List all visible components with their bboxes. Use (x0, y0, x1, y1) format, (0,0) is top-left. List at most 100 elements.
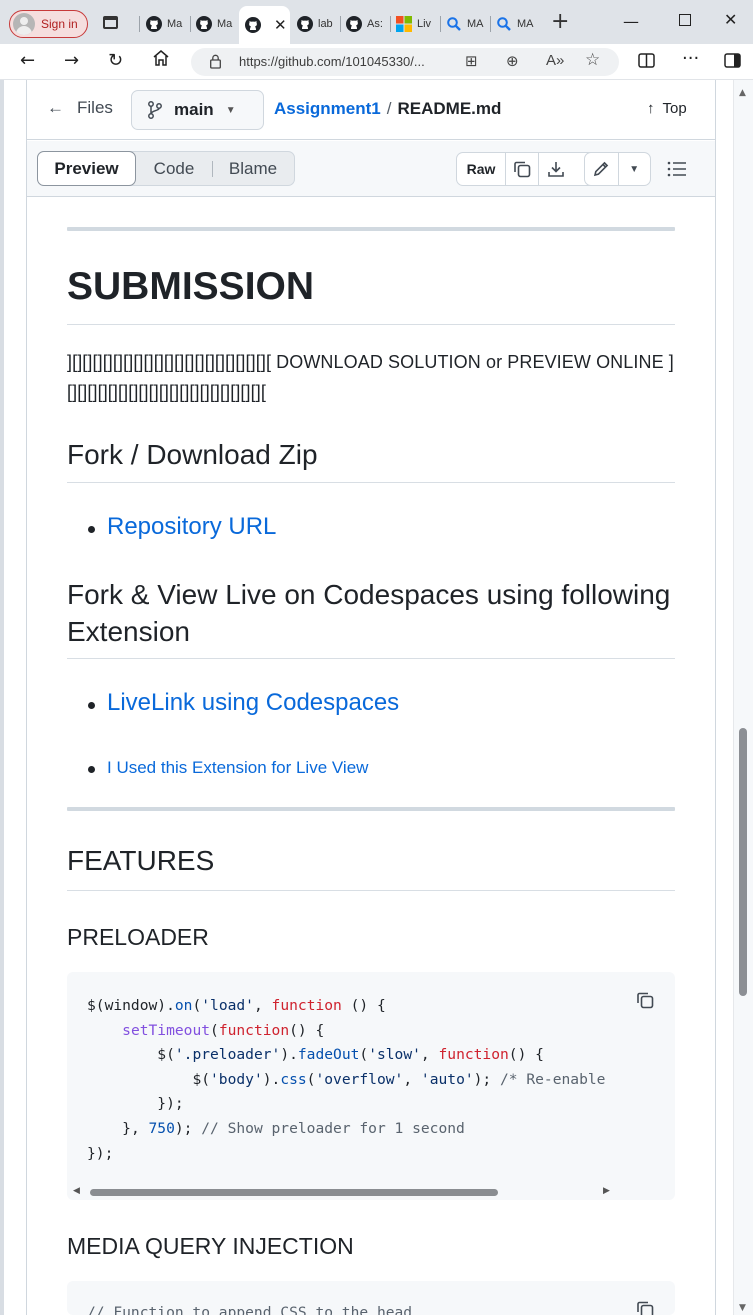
page-scrollbar[interactable]: ▲ ▼ (733, 80, 753, 1315)
browser-tab-6[interactable]: Liv (390, 8, 440, 40)
microsoft-icon (396, 16, 412, 32)
livelink-codespaces-link[interactable]: LiveLink using Codespaces (107, 689, 399, 716)
window-close-icon[interactable]: ✕ (724, 10, 737, 29)
browser-tab-7[interactable]: MA (440, 8, 490, 40)
repo-link[interactable]: Assignment1 (274, 99, 381, 118)
top-label: Top (662, 100, 687, 117)
file-header: ← Files main ▼ Assignment1 / README.md ↑ To… (27, 80, 715, 140)
heading-media-query: MEDIA QUERY INJECTION (67, 1233, 354, 1259)
code-block-preloader: $(window).on('load', function () { setTi… (67, 972, 675, 1200)
raw-button[interactable]: Raw (457, 153, 506, 185)
url-field[interactable]: https://github.com/101045330/... ⊞ ⊕ A» … (191, 48, 619, 76)
files-button[interactable]: ← Files (47, 98, 113, 118)
tab-title: As: (367, 18, 383, 30)
new-tab-icon[interactable]: + (551, 11, 569, 33)
edit-group: ▼ (584, 152, 651, 186)
horizontal-rule (67, 807, 675, 811)
chevron-down-icon: ▼ (225, 104, 236, 116)
list-unordered-icon (667, 161, 686, 177)
browser-tab-2[interactable]: Ma (190, 8, 238, 40)
files-label: Files (77, 98, 113, 117)
code-content: // Function to append CSS to the head (87, 1304, 413, 1315)
browser-tab-5[interactable]: As: (340, 8, 389, 40)
git-branch-icon (148, 101, 162, 119)
heading-fork-download: Fork / Download Zip (67, 436, 675, 483)
browser-tab-bar: Sign in Ma Ma ✕ lab As: Liv MA MA + — ✕ (0, 0, 753, 44)
more-options-icon[interactable]: ··· (682, 48, 699, 69)
code-horizontal-scrollbar[interactable]: ◀ ▶ (71, 1184, 619, 1200)
heading-submission: SUBMISSION (67, 265, 675, 325)
raw-copy-download-group: Raw (456, 152, 602, 186)
tab-actions-icon[interactable] (103, 16, 118, 29)
search-icon (446, 16, 462, 32)
github-icon (196, 16, 212, 32)
zoom-icon[interactable]: ⊕ (506, 52, 519, 70)
scroll-down-icon[interactable]: ▼ (739, 1303, 746, 1313)
horizontal-rule (67, 227, 675, 231)
pencil-icon (594, 161, 609, 177)
browser-tab-active[interactable]: ✕ (239, 6, 290, 44)
sign-in-button[interactable]: Sign in (9, 10, 88, 38)
heading-preloader: PRELOADER (67, 924, 209, 950)
favorite-star-icon[interactable]: ☆ (585, 50, 600, 70)
copy-code-button[interactable] (635, 990, 655, 1014)
tab-title: Ma (217, 18, 233, 30)
back-icon[interactable]: ← (20, 50, 35, 71)
scroll-right-icon[interactable]: ▶ (603, 1186, 610, 1196)
copy-icon (637, 992, 654, 1009)
browser-tab-4[interactable]: lab (291, 8, 340, 40)
edit-dropdown-button[interactable]: ▼ (619, 153, 651, 185)
home-icon[interactable] (152, 49, 170, 72)
forward-icon[interactable]: → (64, 50, 79, 71)
split-screen-icon[interactable] (638, 52, 655, 73)
copy-code-button[interactable] (635, 1299, 655, 1315)
tab-title: Liv (417, 18, 432, 30)
download-button[interactable] (539, 153, 572, 185)
edit-button[interactable] (585, 153, 619, 185)
view-mode-segmented-control: Preview Code Blame (37, 151, 295, 186)
code-content: $(window).on('load', function () { setTi… (87, 997, 606, 1162)
sign-in-label: Sign in (41, 17, 78, 31)
code-scrollbar-thumb[interactable] (90, 1189, 498, 1196)
github-icon (146, 16, 162, 32)
browser-tab-8[interactable]: MA (490, 8, 540, 40)
breadcrumb-separator: / (386, 99, 392, 118)
copy-icon (637, 1301, 654, 1315)
outline-button[interactable] (667, 160, 687, 182)
page-left-edge (0, 80, 4, 1315)
caret-down-icon: ▼ (629, 163, 640, 175)
branch-selector[interactable]: main ▼ (131, 90, 264, 130)
tab-title: Ma (167, 18, 183, 30)
maximize-icon[interactable] (679, 14, 691, 26)
sidebar-toggle-icon[interactable] (724, 52, 741, 73)
submission-text: ][][][][][][][][][][][][][][][][][][][][… (67, 352, 674, 402)
minimize-icon[interactable]: — (623, 12, 639, 31)
url-text[interactable]: https://github.com/101045330/... (239, 54, 425, 69)
scroll-up-icon[interactable]: ▲ (739, 88, 746, 98)
lock-icon[interactable] (210, 54, 221, 69)
tab-code[interactable]: Code (136, 159, 212, 179)
browser-tab-1[interactable]: Ma (140, 8, 190, 40)
copy-icon (514, 161, 531, 178)
tab-blame[interactable]: Blame (213, 159, 293, 179)
tab-title: MA (467, 18, 484, 30)
tab-preview[interactable]: Preview (37, 151, 136, 186)
heading-codespaces: Fork & View Live on Codespaces using fol… (67, 576, 675, 659)
list-item: Repository URL (67, 513, 675, 541)
close-tab-icon[interactable]: ✕ (274, 16, 287, 34)
copy-raw-button[interactable] (506, 153, 539, 185)
scrollbar-thumb[interactable] (739, 728, 747, 996)
heading-features: FEATURES (67, 845, 675, 891)
code-block-media-query: // Function to append CSS to the head (67, 1281, 675, 1315)
file-toolbar: Preview Code Blame Raw ▼ (27, 141, 715, 197)
refresh-icon[interactable]: ↻ (108, 50, 123, 71)
address-bar-row: ← → ↻ https://github.com/101045330/... ⊞… (0, 44, 753, 80)
extension-link[interactable]: I Used this Extension for Live View (107, 758, 368, 777)
scroll-left-icon[interactable]: ◀ (73, 1186, 80, 1196)
branch-name: main (174, 100, 214, 119)
top-button[interactable]: ↑ Top (647, 100, 687, 117)
repository-url-link[interactable]: Repository URL (107, 513, 276, 540)
read-aloud-icon[interactable]: A» (546, 52, 564, 69)
apps-icon[interactable]: ⊞ (465, 52, 478, 70)
tab-title: MA (517, 18, 534, 30)
